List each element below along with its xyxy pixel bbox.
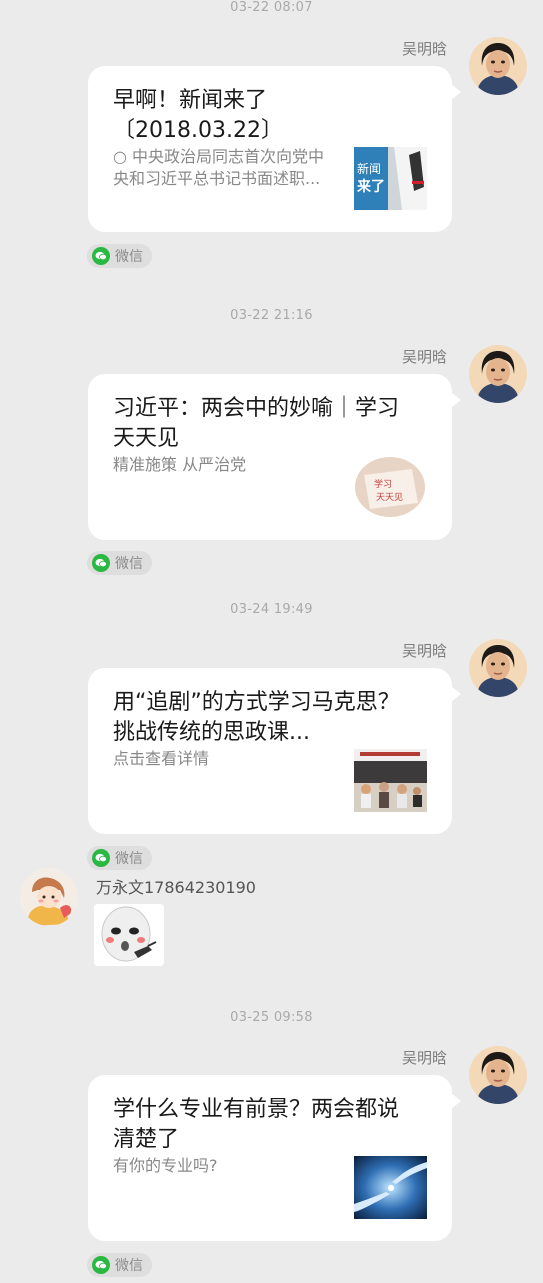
thumb-label: 学习 xyxy=(374,478,392,490)
article-description: 点击查看详情 xyxy=(113,749,210,768)
timestamp: 03-24 19:49 xyxy=(230,602,313,617)
source-label: 微信 xyxy=(115,1258,143,1274)
sticker-image[interactable] xyxy=(94,904,164,966)
source-badge[interactable]: 微信 xyxy=(87,1253,152,1277)
timestamp: 03-22 08:07 xyxy=(230,0,313,15)
sender-name: 吴明晗 xyxy=(401,642,447,660)
source-badge[interactable]: 微信 xyxy=(87,846,152,870)
timestamp: 03-22 21:16 xyxy=(230,308,313,323)
source-label: 微信 xyxy=(115,556,143,572)
wechat-icon xyxy=(92,554,110,572)
article-title: 学什么专业有前景？两会都说清楚了 xyxy=(113,1097,400,1152)
sender-name: 吴明晗 xyxy=(401,1049,447,1067)
article-card[interactable]: 早啊！新闻来了〔2018.03.22〕 ○ 中央政治局同志首次向党中央和习近平总… xyxy=(88,66,461,232)
article-title: 用“追剧”的方式学习马克思？挑战传统的思政课... xyxy=(113,690,400,745)
sender-avatar[interactable] xyxy=(469,37,527,95)
source-badge[interactable]: 微信 xyxy=(87,551,152,575)
source-label: 微信 xyxy=(115,249,143,265)
article-description: 有你的专业吗? xyxy=(113,1156,218,1175)
article-thumbnail xyxy=(354,1156,427,1219)
article-card[interactable]: 学什么专业有前景？两会都说清楚了 有你的专业吗? xyxy=(88,1075,461,1241)
wechat-icon xyxy=(92,849,110,867)
article-thumbnail: 新闻 来了 xyxy=(354,147,427,210)
article-card[interactable]: 习近平：两会中的妙喻｜学习天天见 精准施策 从严治党 学习 天天见 xyxy=(88,374,461,540)
thumb-label: 来了 xyxy=(356,179,385,195)
article-description: ○ 中央政治局同志首次向党中央和习近平总书记书面述职... xyxy=(113,147,325,188)
source-label: 微信 xyxy=(115,851,143,867)
article-thumbnail: 学习 天天见 xyxy=(354,455,427,518)
article-thumbnail xyxy=(354,749,427,812)
source-badge[interactable]: 微信 xyxy=(87,244,152,268)
chat-screen: 03-22 08:07 吴明晗 早啊！新闻来了〔2018.03.22〕 ○ 中央… xyxy=(0,0,543,1283)
timestamp: 03-25 09:58 xyxy=(230,1010,313,1025)
user-name: 万永文17864230190 xyxy=(96,878,256,897)
sender-avatar[interactable] xyxy=(469,345,527,403)
wechat-icon xyxy=(92,1256,110,1274)
article-title: 习近平：两会中的妙喻｜学习天天见 xyxy=(113,396,400,451)
sender-name: 吴明晗 xyxy=(401,348,447,366)
sender-name: 吴明晗 xyxy=(401,40,447,58)
wechat-icon xyxy=(92,247,110,265)
article-title: 早啊！新闻来了〔2018.03.22〕 xyxy=(113,88,283,143)
user-avatar[interactable] xyxy=(20,868,78,926)
article-description: 精准施策 从严治党 xyxy=(113,455,247,474)
sender-avatar[interactable] xyxy=(469,1046,527,1104)
sender-avatar[interactable] xyxy=(469,639,527,697)
thumb-label: 新闻 xyxy=(357,161,381,176)
thumb-label: 天天见 xyxy=(376,492,403,503)
article-card[interactable]: 用“追剧”的方式学习马克思？挑战传统的思政课... 点击查看详情 xyxy=(88,668,461,834)
